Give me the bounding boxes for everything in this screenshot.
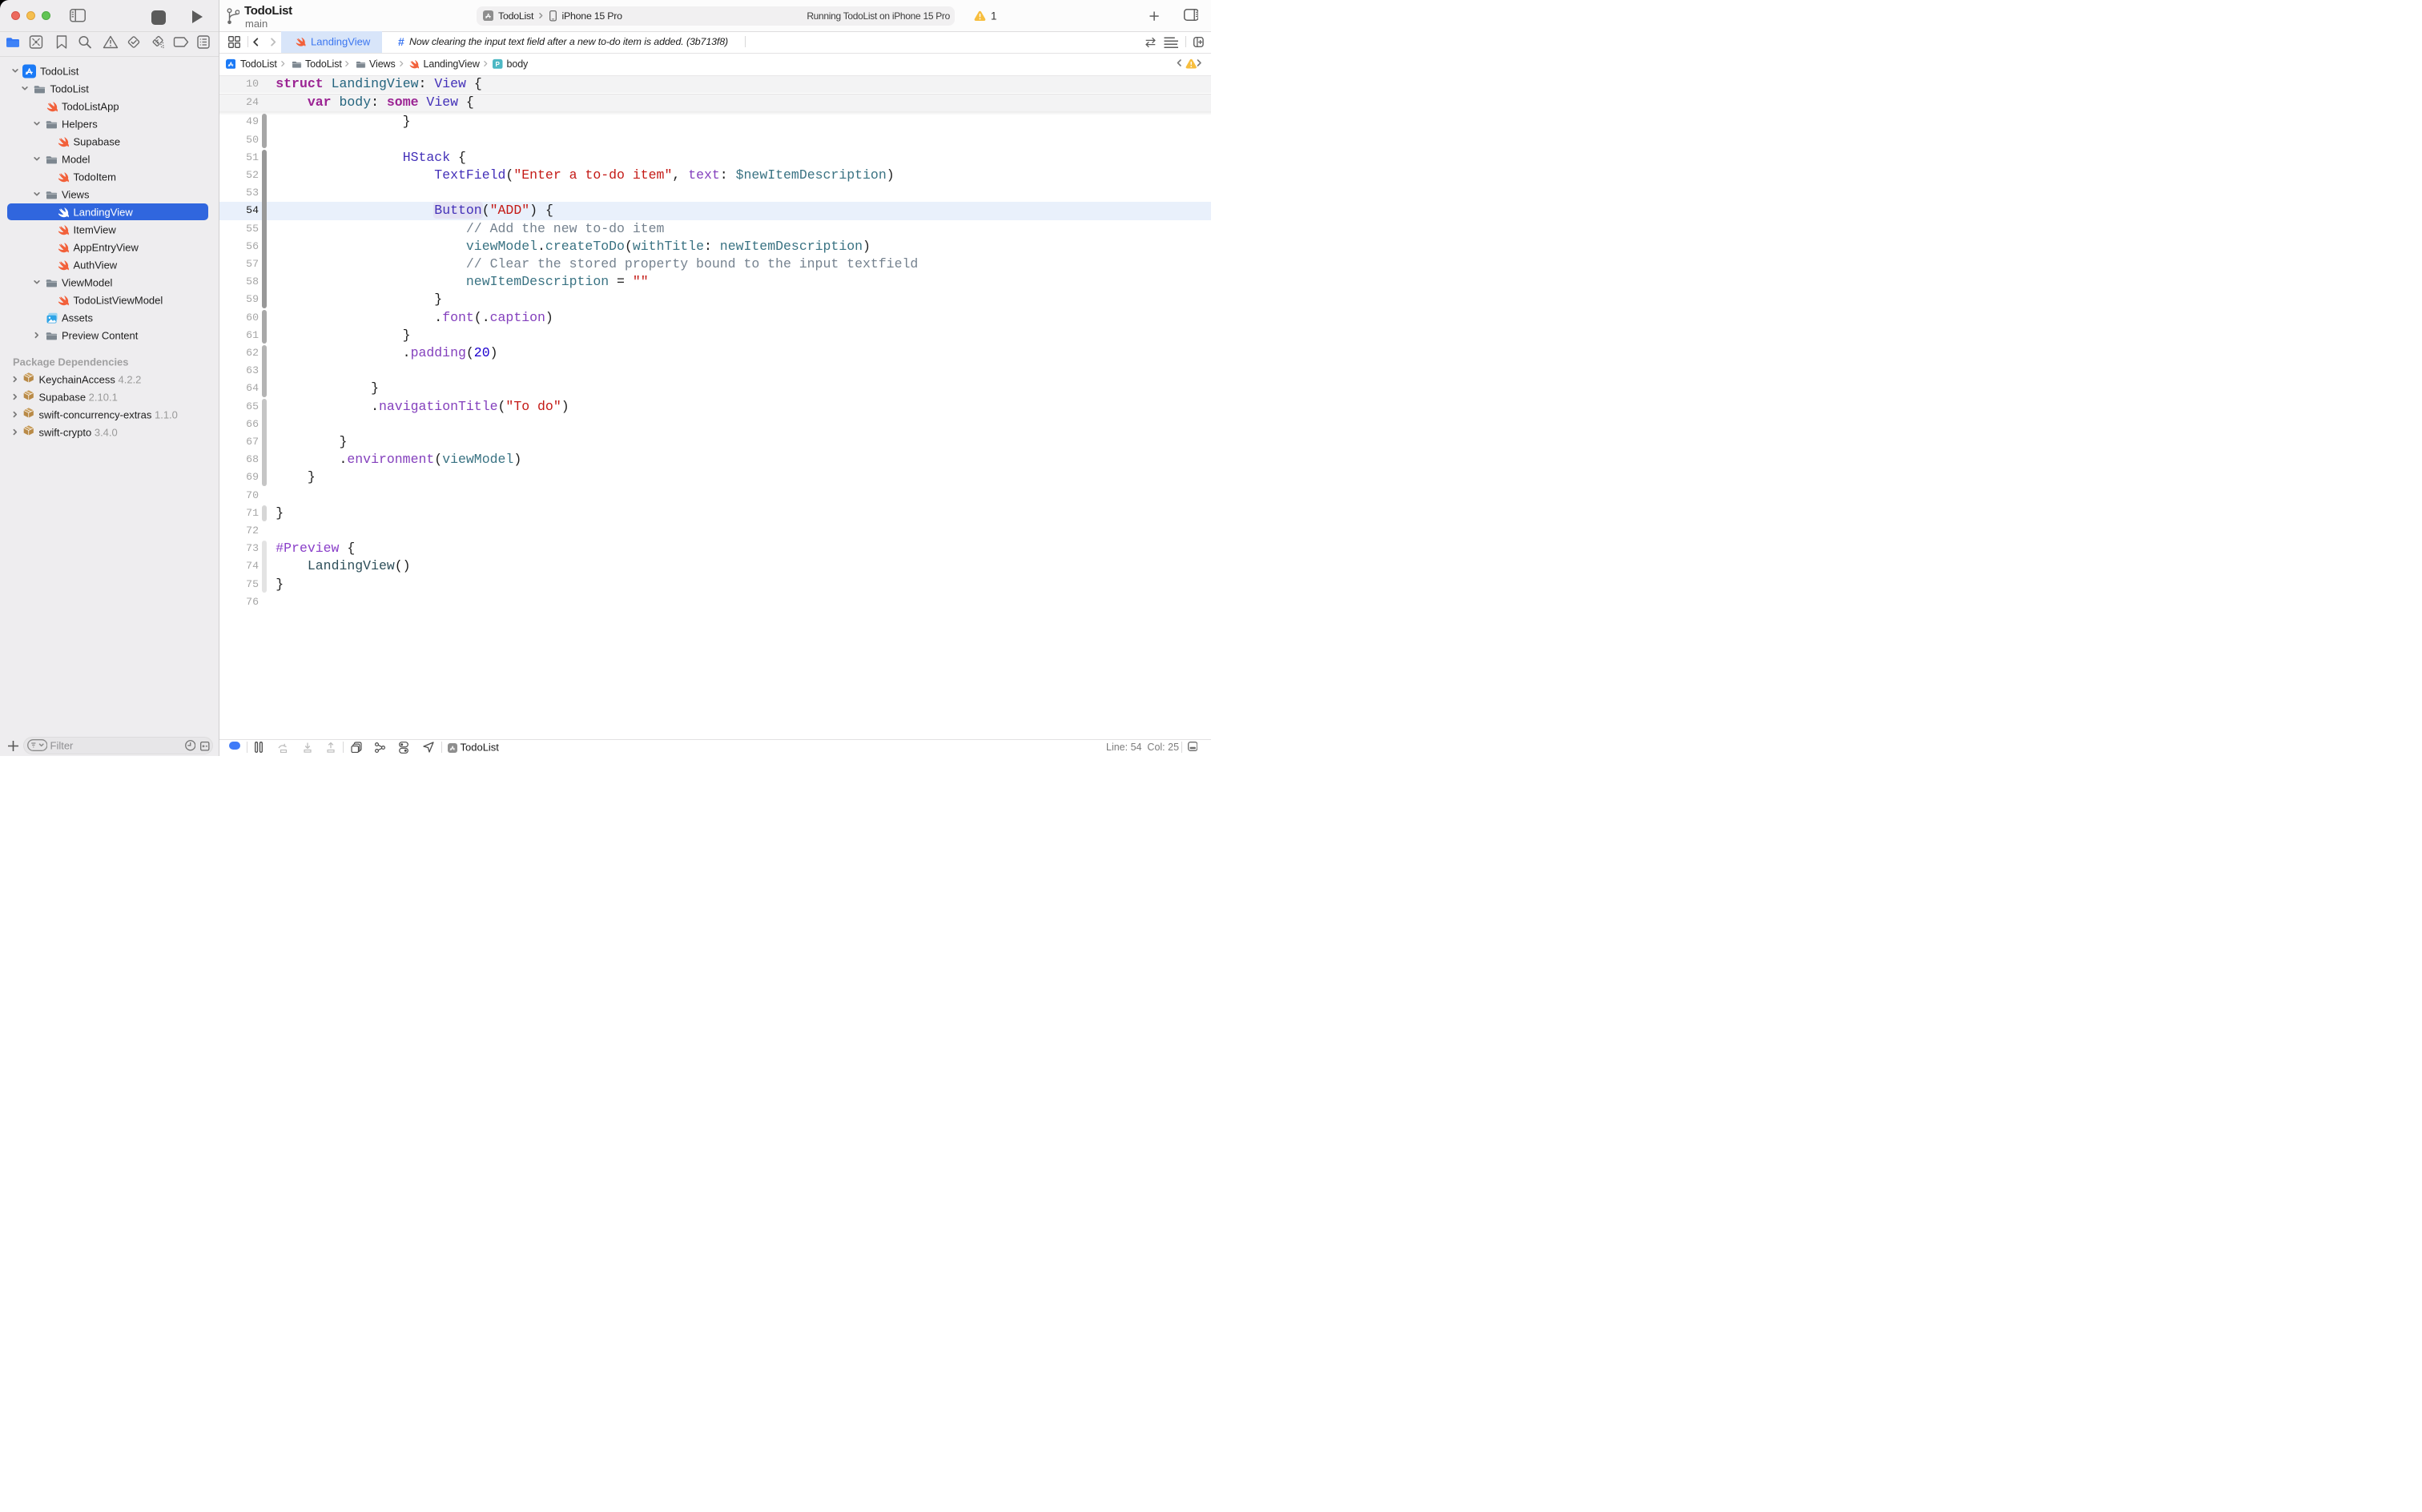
svg-text:P: P <box>496 61 501 68</box>
